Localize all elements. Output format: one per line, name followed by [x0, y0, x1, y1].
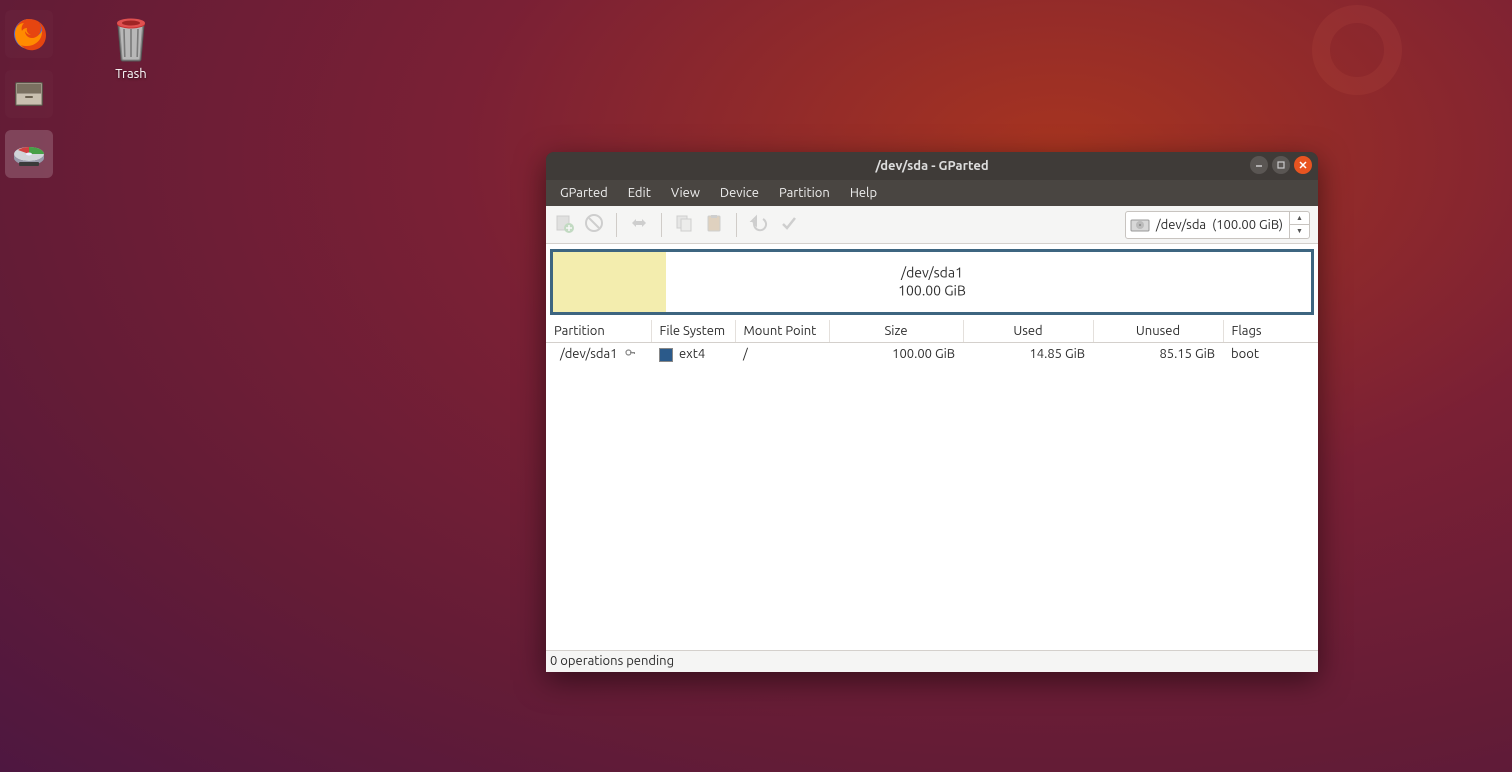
window-close[interactable] — [1294, 156, 1312, 174]
toolbar-separator — [616, 213, 617, 237]
desktop-trash[interactable]: Trash — [95, 15, 167, 81]
desktop-trash-label: Trash — [95, 67, 167, 81]
status-text: 0 operations pending — [550, 654, 674, 668]
col-filesystem[interactable]: File System — [651, 320, 735, 343]
menu-gparted[interactable]: GParted — [552, 184, 616, 202]
window-maximize[interactable] — [1272, 156, 1290, 174]
background-decoration — [1312, 5, 1402, 95]
trash-icon — [109, 15, 153, 63]
menubar: GParted Edit View Device Partition Help — [546, 180, 1318, 206]
col-unused[interactable]: Unused — [1093, 320, 1223, 343]
toolbar-separator — [736, 213, 737, 237]
maximize-icon — [1276, 160, 1286, 170]
chevron-down-icon: ▼ — [1290, 225, 1309, 238]
cell-filesystem: ext4 — [651, 343, 735, 366]
menu-device[interactable]: Device — [712, 184, 767, 202]
col-size[interactable]: Size — [829, 320, 963, 343]
disk-visual-partition: /dev/sda1 — [553, 265, 1311, 283]
window-controls — [1250, 156, 1312, 174]
window-minimize[interactable] — [1250, 156, 1268, 174]
partition-table: Partition File System Mount Point Size U… — [546, 320, 1318, 650]
gparted-icon — [11, 136, 47, 172]
toolbar: /dev/sda (100.00 GiB) ▲ ▼ — [546, 206, 1318, 244]
apply-icon[interactable] — [779, 213, 799, 237]
disk-visual-area: /dev/sda1 100.00 GiB — [546, 244, 1318, 320]
device-size: (100.00 GiB) — [1212, 218, 1283, 232]
statusbar: 0 operations pending — [546, 650, 1318, 672]
launcher-firefox[interactable] — [5, 10, 53, 58]
menu-partition[interactable]: Partition — [771, 184, 838, 202]
filesystem-swatch — [659, 348, 673, 362]
cell-unused: 85.15 GiB — [1093, 343, 1223, 366]
minimize-icon — [1254, 160, 1264, 170]
table-header-row: Partition File System Mount Point Size U… — [546, 320, 1318, 343]
file-manager-icon — [11, 76, 47, 112]
disk-visual-label: /dev/sda1 100.00 GiB — [553, 265, 1311, 300]
table-blank-area — [546, 366, 1318, 650]
disk-visual[interactable]: /dev/sda1 100.00 GiB — [550, 249, 1314, 315]
window-titlebar[interactable]: /dev/sda - GParted — [546, 152, 1318, 180]
col-partition[interactable]: Partition — [546, 320, 651, 343]
col-used[interactable]: Used — [963, 320, 1093, 343]
device-spinner[interactable]: ▲ ▼ — [1289, 212, 1309, 238]
menu-help[interactable]: Help — [842, 184, 885, 202]
table-row[interactable]: /dev/sda1 ext4 / 100.00 GiB 14.85 GiB 85… — [546, 343, 1318, 366]
lock-icon — [625, 348, 636, 361]
gparted-window: /dev/sda - GParted GParted Edit View Dev… — [546, 152, 1318, 672]
launcher-gparted[interactable] — [5, 130, 53, 178]
undo-icon[interactable] — [749, 213, 769, 237]
col-flags[interactable]: Flags — [1223, 320, 1318, 343]
cell-flags: boot — [1223, 343, 1318, 366]
window-title: /dev/sda - GParted — [875, 159, 988, 173]
cell-partition: /dev/sda1 — [546, 343, 651, 366]
launcher-files[interactable] — [5, 70, 53, 118]
launcher-dock — [0, 0, 58, 772]
col-mountpoint[interactable]: Mount Point — [735, 320, 829, 343]
firefox-icon — [11, 16, 47, 52]
cell-size: 100.00 GiB — [829, 343, 963, 366]
resize-icon[interactable] — [629, 213, 649, 237]
chevron-up-icon: ▲ — [1290, 212, 1309, 226]
close-icon — [1298, 160, 1308, 170]
device-selector[interactable]: /dev/sda (100.00 GiB) ▲ ▼ — [1125, 211, 1310, 239]
copy-icon[interactable] — [674, 213, 694, 237]
paste-icon[interactable] — [704, 213, 724, 237]
device-name: /dev/sda — [1156, 218, 1206, 232]
new-partition-icon[interactable] — [554, 213, 574, 237]
cell-mountpoint: / — [735, 343, 829, 366]
toolbar-separator — [661, 213, 662, 237]
cell-used: 14.85 GiB — [963, 343, 1093, 366]
delete-icon[interactable] — [584, 213, 604, 237]
menu-view[interactable]: View — [663, 184, 708, 202]
disk-visual-size: 100.00 GiB — [553, 282, 1311, 300]
drive-icon — [1130, 217, 1150, 233]
menu-edit[interactable]: Edit — [620, 184, 659, 202]
